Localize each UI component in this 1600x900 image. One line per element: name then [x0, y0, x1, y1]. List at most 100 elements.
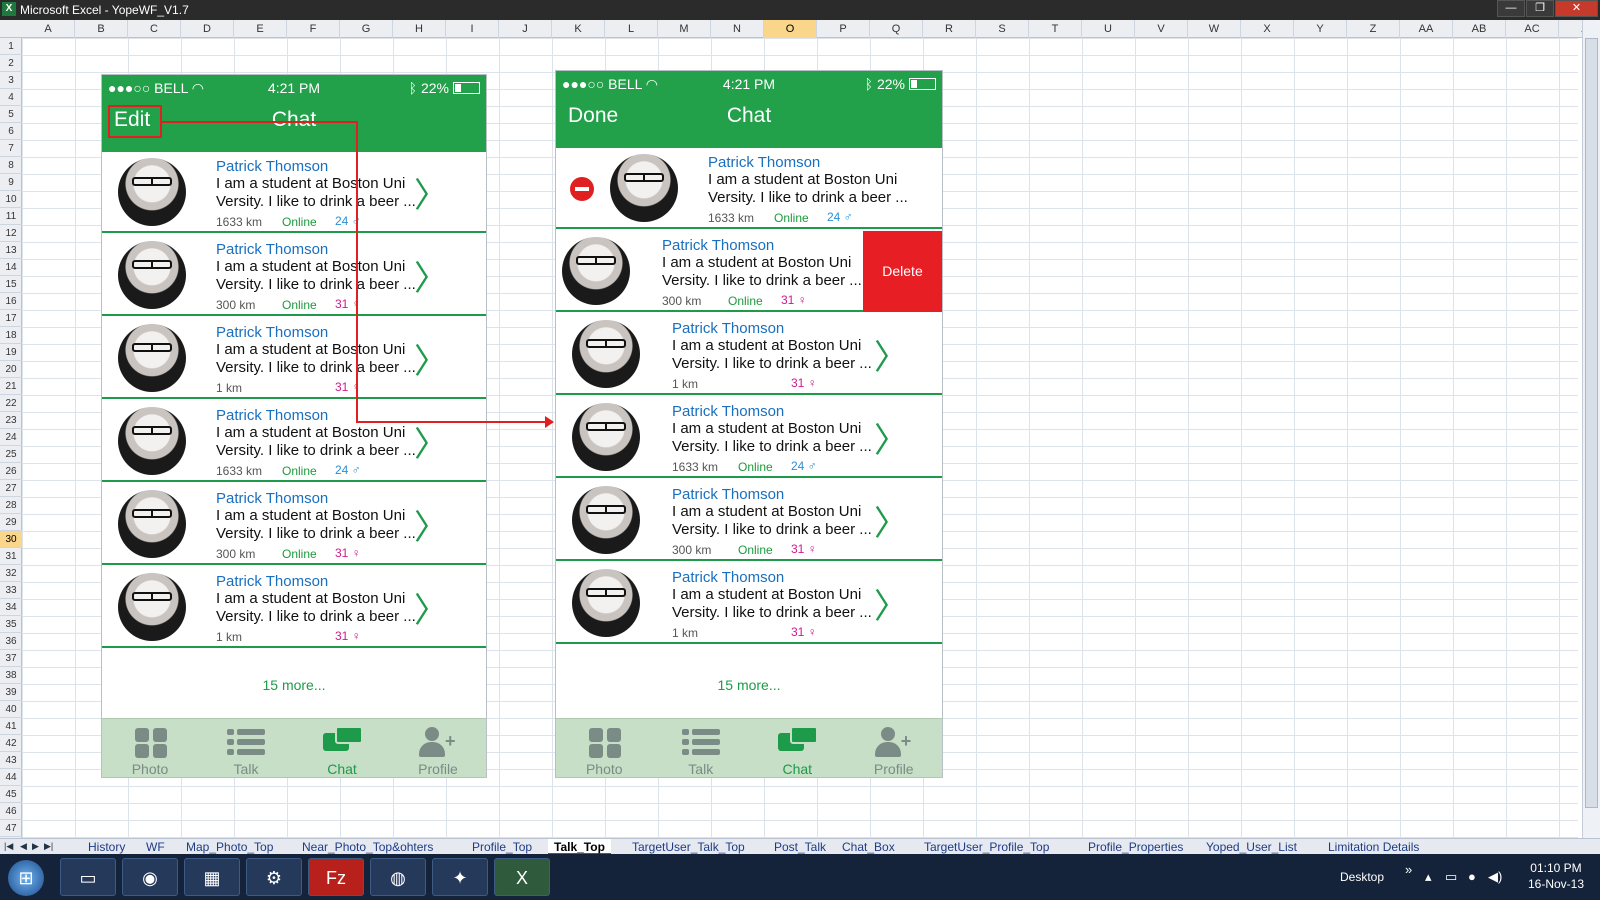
row-header[interactable]: 33 — [0, 582, 22, 599]
row-header[interactable]: 34 — [0, 599, 22, 616]
row-header[interactable]: 19 — [0, 344, 22, 361]
column-header[interactable]: Z — [1347, 20, 1400, 38]
prev-sheet-button[interactable]: ◀ — [20, 841, 27, 852]
chat-row[interactable]: Patrick Thomson I am a student at Boston … — [102, 401, 486, 482]
sheet-tab-profile-top[interactable]: Profile_Top — [466, 839, 538, 855]
row-header[interactable]: 27 — [0, 480, 22, 497]
chat-row[interactable]: Patrick Thomson I am a student at Boston … — [102, 484, 486, 565]
firefox-taskbar-icon[interactable]: ◍ — [370, 858, 426, 896]
row-header[interactable]: 12 — [0, 225, 22, 242]
column-header[interactable]: X — [1241, 20, 1294, 38]
row-header[interactable]: 43 — [0, 752, 22, 769]
column-header[interactable]: A — [22, 20, 75, 38]
first-sheet-button[interactable]: |◀ — [4, 841, 13, 852]
delete-button[interactable]: Delete — [863, 231, 942, 312]
row-header[interactable]: 8 — [0, 157, 22, 174]
column-header[interactable]: V — [1135, 20, 1188, 38]
row-header[interactable]: 24 — [0, 429, 22, 446]
row-header[interactable]: 21 — [0, 378, 22, 395]
column-header[interactable]: P — [817, 20, 870, 38]
chevron-right-icon[interactable]: 〉 — [414, 334, 448, 383]
row-header[interactable]: 45 — [0, 786, 22, 803]
column-header[interactable]: C — [128, 20, 181, 38]
more-link[interactable]: 15 more... — [556, 677, 942, 693]
sheet-tab-map-photo-top[interactable]: Map_Photo_Top — [180, 839, 279, 855]
tab-photo[interactable]: Photo — [556, 719, 653, 777]
sheet-tab-near-photo-top-ohters[interactable]: Near_Photo_Top&ohters — [296, 839, 439, 855]
notification-icon[interactable]: ● — [1468, 869, 1476, 884]
column-header[interactable]: AA — [1400, 20, 1453, 38]
sheet-tab-history[interactable]: History — [82, 839, 131, 855]
chevron-right-icon[interactable]: 〉 — [414, 168, 448, 217]
minimize-button[interactable]: — — [1497, 0, 1525, 17]
chat-row[interactable]: Patrick Thomson I am a student at Boston … — [556, 231, 942, 312]
sheet-tab-targetuser-talk-top[interactable]: TargetUser_Talk_Top — [626, 839, 751, 855]
chevron-right-icon[interactable]: 〉 — [874, 413, 908, 462]
column-header[interactable]: AC — [1506, 20, 1559, 38]
start-button[interactable]: ⊞ — [8, 860, 44, 896]
row-header[interactable]: 10 — [0, 191, 22, 208]
row-header[interactable]: 17 — [0, 310, 22, 327]
sheet-tab-targetuser-profile-top[interactable]: TargetUser_Profile_Top — [918, 839, 1055, 855]
column-header[interactable]: Q — [870, 20, 923, 38]
row-header[interactable]: 29 — [0, 514, 22, 531]
column-header[interactable]: B — [75, 20, 128, 38]
chat-row[interactable]: Patrick Thomson I am a student at Boston … — [102, 152, 486, 233]
column-header[interactable]: G — [340, 20, 393, 38]
row-header[interactable]: 16 — [0, 293, 22, 310]
row-header[interactable]: 11 — [0, 208, 22, 225]
row-header[interactable]: 40 — [0, 701, 22, 718]
row-header[interactable]: 15 — [0, 276, 22, 293]
column-header[interactable]: E — [234, 20, 287, 38]
tab-talk[interactable]: Talk — [653, 719, 750, 777]
column-header[interactable]: L — [605, 20, 658, 38]
row-header[interactable]: 18 — [0, 327, 22, 344]
chat-row[interactable]: Patrick Thomson I am a student at Boston … — [556, 148, 942, 229]
row-header[interactable]: 46 — [0, 803, 22, 820]
row-header[interactable]: 4 — [0, 89, 22, 106]
column-header[interactable]: F — [287, 20, 340, 38]
row-header[interactable]: 13 — [0, 242, 22, 259]
excel-taskbar-icon[interactable]: X — [494, 858, 550, 896]
row-header[interactable]: 36 — [0, 633, 22, 650]
toolbar-expand-icon[interactable]: » — [1405, 862, 1412, 877]
scrollbar-thumb[interactable] — [1585, 38, 1598, 808]
chevron-right-icon[interactable]: 〉 — [414, 251, 448, 300]
show-hidden-icons-icon[interactable]: ▴ — [1425, 869, 1432, 885]
sheet-tab-talk-top[interactable]: Talk_Top — [548, 839, 611, 855]
chevron-right-icon[interactable]: 〉 — [414, 500, 448, 549]
row-header[interactable]: 39 — [0, 684, 22, 701]
column-header[interactable]: O — [764, 20, 817, 38]
row-header[interactable]: 23 — [0, 412, 22, 429]
vertical-scrollbar[interactable] — [1582, 20, 1600, 838]
row-header[interactable]: 31 — [0, 548, 22, 565]
row-header[interactable]: 35 — [0, 616, 22, 633]
chat-row[interactable]: Patrick Thomson I am a student at Boston … — [102, 318, 486, 399]
chevron-right-icon[interactable]: 〉 — [874, 330, 908, 379]
media-taskbar-icon[interactable]: ✦ — [432, 858, 488, 896]
chat-row[interactable]: Patrick Thomson I am a student at Boston … — [556, 480, 942, 561]
maximize-button[interactable]: ❐ — [1526, 0, 1554, 17]
row-header[interactable]: 14 — [0, 259, 22, 276]
sheet-tab-yoped-user-list[interactable]: Yoped_User_List — [1200, 839, 1303, 855]
tab-chat[interactable]: Chat — [294, 719, 390, 777]
chevron-right-icon[interactable]: 〉 — [874, 579, 908, 628]
column-header[interactable]: U — [1082, 20, 1135, 38]
chat-row[interactable]: Patrick Thomson I am a student at Boston … — [556, 563, 942, 644]
row-header[interactable]: 42 — [0, 735, 22, 752]
sheet-tab-wf[interactable]: WF — [140, 839, 171, 855]
sheet-tab-profile-properties[interactable]: Profile_Properties — [1082, 839, 1189, 855]
row-header[interactable]: 41 — [0, 718, 22, 735]
tab-photo[interactable]: Photo — [102, 719, 198, 777]
row-header[interactable]: 37 — [0, 650, 22, 667]
chat-row[interactable]: Patrick Thomson I am a student at Boston … — [556, 397, 942, 478]
delete-toggle-icon[interactable] — [570, 177, 594, 201]
chevron-right-icon[interactable]: 〉 — [874, 496, 908, 545]
column-header[interactable]: T — [1029, 20, 1082, 38]
row-header[interactable]: 9 — [0, 174, 22, 191]
chat-row[interactable]: Patrick Thomson I am a student at Boston … — [102, 567, 486, 648]
row-header[interactable]: 25 — [0, 446, 22, 463]
chat-row[interactable]: Patrick Thomson I am a student at Boston … — [556, 314, 942, 395]
chat-row[interactable]: Patrick Thomson I am a student at Boston … — [102, 235, 486, 316]
column-header[interactable]: N — [711, 20, 764, 38]
